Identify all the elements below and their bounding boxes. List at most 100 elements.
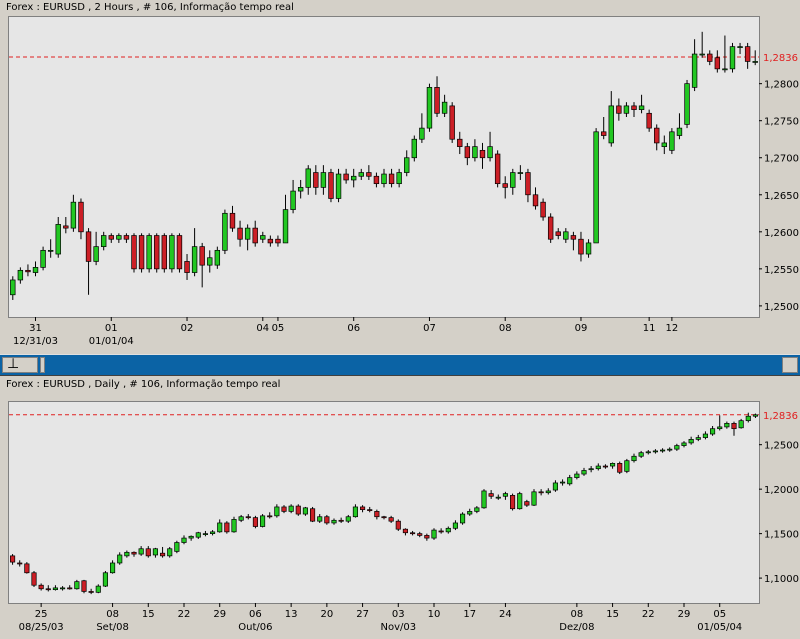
candle-2h-53[interactable] xyxy=(411,135,418,162)
candle-d-81[interactable] xyxy=(588,466,594,473)
candle-d-2[interactable] xyxy=(24,562,30,574)
candle-2h-40[interactable] xyxy=(313,165,319,195)
candle-2h-82[interactable] xyxy=(631,102,637,117)
candle-2h-18[interactable] xyxy=(146,233,152,273)
candle-2h-95[interactable] xyxy=(729,42,736,73)
candle-2h-84[interactable] xyxy=(646,109,652,132)
candle-d-11[interactable] xyxy=(88,588,94,595)
candle-d-76[interactable] xyxy=(552,480,558,492)
candle-d-67[interactable] xyxy=(488,490,494,499)
candle-d-70[interactable] xyxy=(510,493,516,511)
candle-2h-23[interactable] xyxy=(184,254,190,280)
candle-d-33[interactable] xyxy=(245,514,251,520)
candle-2h-54[interactable] xyxy=(419,113,425,143)
candle-d-9[interactable] xyxy=(74,579,80,590)
candle-2h-7[interactable] xyxy=(63,217,69,234)
candle-2h-27[interactable] xyxy=(214,246,221,269)
candle-d-7[interactable] xyxy=(60,586,66,591)
candle-d-78[interactable] xyxy=(567,474,573,486)
candle-d-20[interactable] xyxy=(152,547,158,558)
candle-2h-47[interactable] xyxy=(366,165,372,180)
candle-2h-79[interactable] xyxy=(608,91,614,147)
candlestick-chart-daily[interactable]: 1,2836 1,2500 1,2000 1,1500 1,1000 25 08/25/03… xyxy=(0,377,800,639)
candle-d-0[interactable] xyxy=(10,554,16,565)
candle-2h-87[interactable] xyxy=(669,128,675,155)
scrollbar-right-button[interactable] xyxy=(782,357,798,373)
candle-d-58[interactable] xyxy=(424,533,430,541)
candle-2h-74[interactable] xyxy=(570,231,577,251)
candle-d-6[interactable] xyxy=(52,585,58,591)
candle-d-92[interactable] xyxy=(667,447,673,452)
candle-d-45[interactable] xyxy=(331,518,337,525)
candle-2h-10[interactable] xyxy=(85,228,92,295)
candle-2h-36[interactable] xyxy=(282,194,289,244)
candle-d-100[interactable] xyxy=(724,421,730,429)
candle-2h-86[interactable] xyxy=(661,135,668,155)
candle-2h-13[interactable] xyxy=(108,233,114,243)
candle-2h-88[interactable] xyxy=(676,113,683,140)
candle-d-41[interactable] xyxy=(302,506,308,516)
candle-d-84[interactable] xyxy=(610,462,616,469)
scrollbar-left-button[interactable]: ⊥ xyxy=(2,356,38,373)
candle-2h-65[interactable] xyxy=(502,176,508,199)
candle-2h-83[interactable] xyxy=(638,94,645,114)
candle-d-97[interactable] xyxy=(702,431,708,440)
candle-2h-81[interactable] xyxy=(623,102,630,117)
candle-2h-15[interactable] xyxy=(123,233,130,243)
candle-2h-24[interactable] xyxy=(191,228,198,277)
candle-2h-41[interactable] xyxy=(320,165,327,195)
candle-d-54[interactable] xyxy=(395,519,401,531)
candle-d-79[interactable] xyxy=(574,471,580,480)
candle-d-98[interactable] xyxy=(710,426,716,436)
candle-d-88[interactable] xyxy=(638,450,644,459)
candle-d-30[interactable] xyxy=(224,521,230,534)
candle-2h-98[interactable] xyxy=(752,50,758,66)
candle-2h-97[interactable] xyxy=(744,42,751,69)
candle-2h-94[interactable] xyxy=(722,35,728,73)
candle-d-77[interactable] xyxy=(560,479,566,486)
candle-d-55[interactable] xyxy=(402,528,408,536)
candle-d-4[interactable] xyxy=(38,583,44,591)
candle-2h-1[interactable] xyxy=(17,267,24,284)
candle-2h-49[interactable] xyxy=(381,168,387,188)
candle-d-50[interactable] xyxy=(367,506,373,513)
candle-d-18[interactable] xyxy=(138,546,144,556)
candle-2h-96[interactable] xyxy=(737,42,743,55)
candle-2h-71[interactable] xyxy=(547,213,554,243)
candle-2h-45[interactable] xyxy=(350,168,357,188)
candle-d-14[interactable] xyxy=(110,560,116,574)
candle-d-72[interactable] xyxy=(524,499,530,507)
candle-2h-39[interactable] xyxy=(305,165,311,195)
candle-d-71[interactable] xyxy=(517,491,523,510)
candle-d-12[interactable] xyxy=(95,584,101,594)
candle-d-23[interactable] xyxy=(174,540,180,554)
candle-2h-50[interactable] xyxy=(388,168,395,188)
candle-d-43[interactable] xyxy=(317,514,323,523)
candle-2h-48[interactable] xyxy=(373,172,380,188)
candle-2h-63[interactable] xyxy=(487,131,493,162)
candle-d-40[interactable] xyxy=(295,504,301,516)
candle-d-25[interactable] xyxy=(188,535,194,541)
candle-d-90[interactable] xyxy=(652,449,658,454)
candle-2h-28[interactable] xyxy=(222,209,228,255)
candle-d-104[interactable] xyxy=(752,413,758,419)
candle-2h-29[interactable] xyxy=(229,205,236,232)
candle-2h-11[interactable] xyxy=(93,231,99,266)
candle-2h-31[interactable] xyxy=(244,224,251,251)
candle-d-42[interactable] xyxy=(310,506,316,523)
candle-2h-68[interactable] xyxy=(525,168,531,203)
candle-2h-70[interactable] xyxy=(540,198,546,221)
candle-2h-21[interactable] xyxy=(169,233,175,273)
candle-d-101[interactable] xyxy=(731,421,737,436)
candle-d-27[interactable] xyxy=(202,530,208,537)
candle-d-75[interactable] xyxy=(545,488,551,495)
candle-d-103[interactable] xyxy=(745,412,751,423)
candle-d-60[interactable] xyxy=(438,528,444,534)
candle-2h-12[interactable] xyxy=(100,231,107,251)
candle-d-48[interactable] xyxy=(352,504,358,518)
candle-2h-80[interactable] xyxy=(616,98,622,121)
candle-2h-46[interactable] xyxy=(358,168,364,180)
candle-2h-91[interactable] xyxy=(699,31,705,58)
candle-2h-58[interactable] xyxy=(449,102,455,143)
candle-d-37[interactable] xyxy=(274,504,280,518)
